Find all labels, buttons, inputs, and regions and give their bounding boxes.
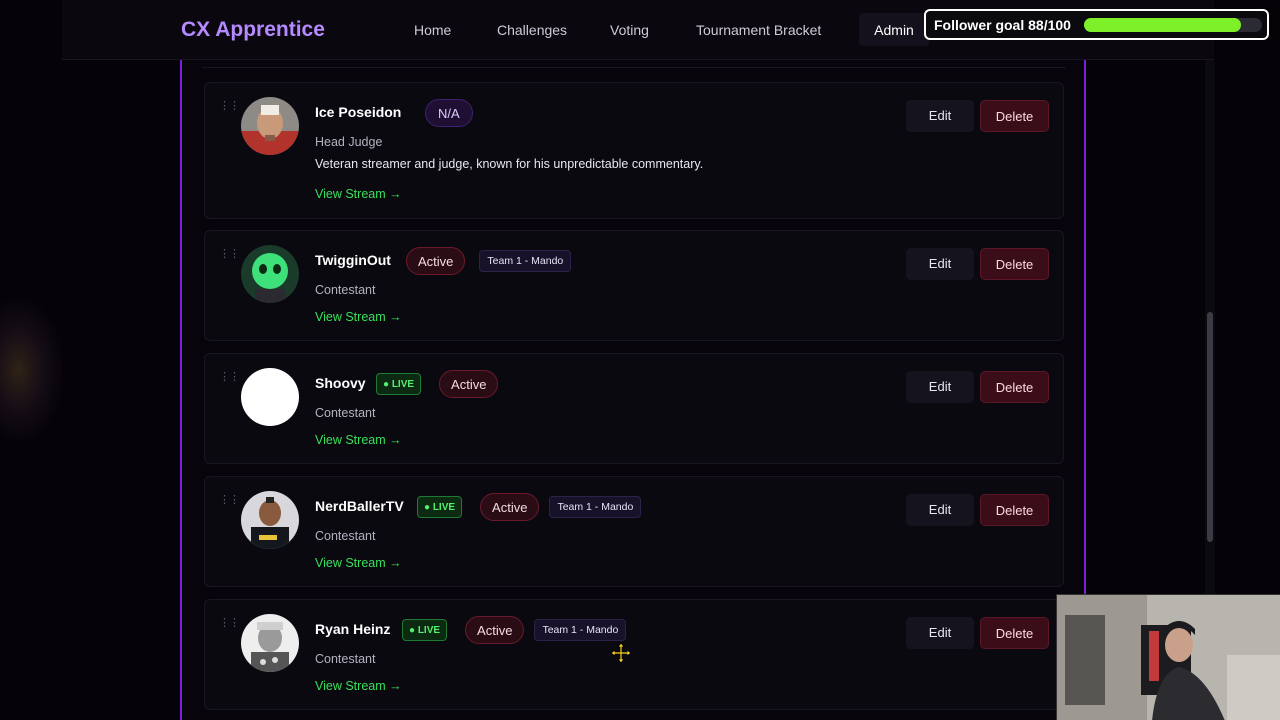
team-badge: Team 1 - Mando bbox=[549, 496, 642, 518]
view-stream-link[interactable]: View Stream → bbox=[315, 679, 402, 693]
edit-button[interactable]: Edit bbox=[906, 100, 974, 132]
status-badge: Active bbox=[406, 247, 466, 275]
view-stream-link[interactable]: View Stream → bbox=[315, 310, 402, 324]
member-name: NerdBallerTV bbox=[315, 498, 404, 514]
team-badge: Team 1 - Mando bbox=[479, 250, 572, 272]
drag-handle-icon[interactable]: ⋮⋮ bbox=[219, 616, 240, 629]
nav-admin-button[interactable]: Admin bbox=[859, 13, 929, 46]
live-badge: ● LIVE bbox=[417, 496, 463, 518]
member-name: Ice Poseidon bbox=[315, 104, 402, 120]
edit-button[interactable]: Edit bbox=[906, 248, 974, 280]
drag-handle-icon[interactable]: ⋮⋮ bbox=[219, 493, 240, 506]
status-badge: Active bbox=[465, 616, 525, 644]
member-card: ⋮⋮ Shoovy ● LIVE Active Contestant View … bbox=[204, 353, 1064, 464]
member-role: Contestant bbox=[315, 652, 376, 666]
status-badge: N/A bbox=[425, 99, 473, 127]
member-role: Contestant bbox=[315, 406, 376, 420]
webcam-overlay bbox=[1056, 594, 1280, 720]
view-stream-link[interactable]: View Stream → bbox=[315, 187, 402, 201]
member-bio: Veteran streamer and judge, known for hi… bbox=[315, 157, 704, 171]
delete-button[interactable]: Delete bbox=[980, 617, 1049, 649]
delete-button[interactable]: Delete bbox=[980, 494, 1049, 526]
status-badge: Active bbox=[480, 493, 540, 521]
badge-row: N/A bbox=[425, 99, 473, 127]
nav-challenges[interactable]: Challenges bbox=[497, 22, 567, 38]
member-name: Ryan Heinz bbox=[315, 621, 391, 637]
delete-button[interactable]: Delete bbox=[980, 371, 1049, 403]
drag-handle-icon[interactable]: ⋮⋮ bbox=[219, 370, 240, 383]
member-card: ⋮⋮ Ice Poseidon N/A Head Judge Veteran s… bbox=[204, 82, 1064, 219]
view-stream-link[interactable]: View Stream → bbox=[315, 433, 402, 447]
avatar bbox=[241, 491, 299, 549]
member-card: ⋮⋮ Ryan Heinz ● LIVE Active Team 1 - Man… bbox=[204, 599, 1064, 710]
delete-button[interactable]: Delete bbox=[980, 248, 1049, 280]
nav-tournament-bracket[interactable]: Tournament Bracket bbox=[696, 22, 821, 38]
member-name: TwigginOut bbox=[315, 252, 391, 268]
member-role: Contestant bbox=[315, 529, 376, 543]
member-role: Contestant bbox=[315, 283, 376, 297]
member-card: ⋮⋮ NerdBallerTV ● LIVE Active Team 1 - M… bbox=[204, 476, 1064, 587]
move-cursor-icon bbox=[610, 642, 632, 664]
drag-handle-icon[interactable]: ⋮⋮ bbox=[219, 247, 240, 260]
status-badge: Active bbox=[439, 370, 499, 398]
badge-row: ● LIVE Active Team 1 - Mando bbox=[402, 616, 627, 644]
nav-voting[interactable]: Voting bbox=[610, 22, 649, 38]
badge-row: Active Team 1 - Mando bbox=[406, 247, 572, 275]
member-name: Shoovy bbox=[315, 375, 366, 391]
live-badge: ● LIVE bbox=[376, 373, 422, 395]
brand-logo[interactable]: CX Apprentice bbox=[181, 18, 325, 42]
follower-goal-label: Follower goal 88/100 bbox=[934, 17, 1071, 33]
follower-goal-track bbox=[1084, 18, 1262, 32]
nav-home[interactable]: Home bbox=[414, 22, 451, 38]
view-stream-link[interactable]: View Stream → bbox=[315, 556, 402, 570]
follower-goal-widget: Follower goal 88/100 bbox=[924, 9, 1269, 40]
edit-button[interactable]: Edit bbox=[906, 371, 974, 403]
team-badge: Team 1 - Mando bbox=[534, 619, 627, 641]
avatar bbox=[241, 614, 299, 672]
live-badge: ● LIVE bbox=[402, 619, 448, 641]
page: CX Apprentice Home Challenges Voting Tou… bbox=[0, 0, 1280, 720]
edit-button[interactable]: Edit bbox=[906, 617, 974, 649]
member-card: ⋮⋮ TwigginOut Active Team 1 - Mando Cont… bbox=[204, 230, 1064, 341]
badge-row: ● LIVE Active bbox=[376, 370, 499, 398]
scrollbar-thumb[interactable] bbox=[1207, 312, 1213, 542]
edit-button[interactable]: Edit bbox=[906, 494, 974, 526]
follower-goal-fill bbox=[1084, 18, 1241, 32]
avatar bbox=[241, 368, 299, 426]
member-role: Head Judge bbox=[315, 135, 383, 149]
delete-button[interactable]: Delete bbox=[980, 100, 1049, 132]
avatar bbox=[241, 97, 299, 155]
previous-card-edge bbox=[202, 54, 1066, 68]
drag-handle-icon[interactable]: ⋮⋮ bbox=[219, 99, 240, 112]
avatar bbox=[241, 245, 299, 303]
background-blur bbox=[0, 300, 62, 440]
badge-row: ● LIVE Active Team 1 - Mando bbox=[417, 493, 642, 521]
